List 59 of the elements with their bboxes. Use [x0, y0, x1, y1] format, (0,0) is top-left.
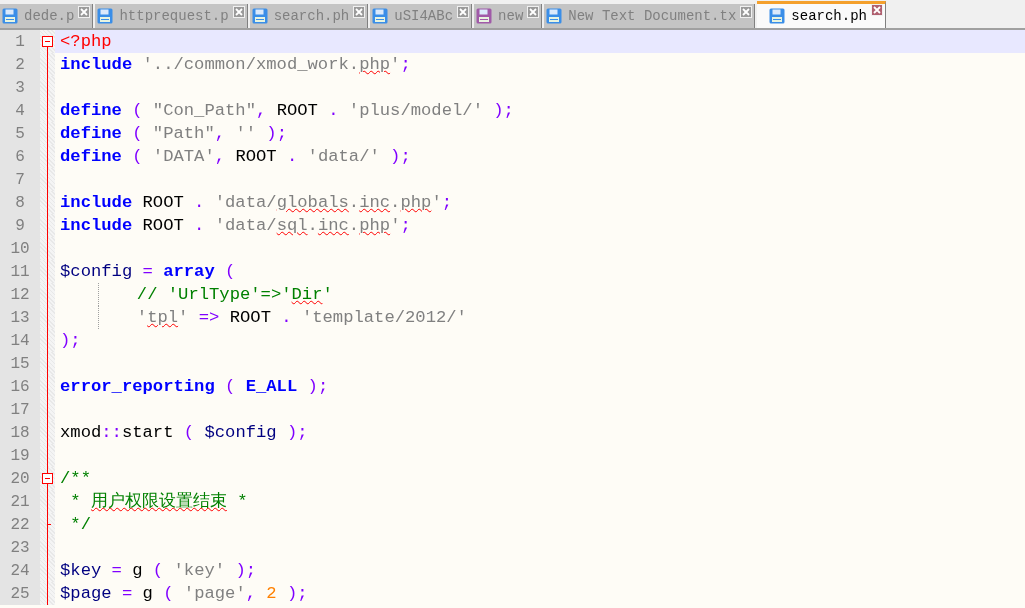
line-number: 16	[0, 375, 40, 398]
fold-collapse-icon[interactable]	[42, 473, 53, 484]
line-number: 6	[0, 145, 40, 168]
line-number: 4	[0, 99, 40, 122]
code-line: );	[60, 330, 81, 352]
line-number: 5	[0, 122, 40, 145]
code-line: <?php	[60, 31, 112, 53]
line-number: 14	[0, 329, 40, 352]
file-tab[interactable]: search.ph	[249, 4, 369, 28]
code-line: 'tpl' => ROOT . 'template/2012/'	[136, 307, 467, 329]
code-line: $page = g ( 'page', 2 );	[60, 583, 308, 605]
close-icon[interactable]	[870, 4, 883, 16]
code-line: define ( "Path", '' );	[60, 123, 287, 145]
line-number: 23	[0, 536, 40, 559]
line-number: 2	[0, 53, 40, 76]
code-line: include '../common/xmod_work.php';	[60, 54, 411, 76]
line-number: 9	[0, 214, 40, 237]
line-number: 20	[0, 467, 40, 490]
close-icon[interactable]	[457, 6, 470, 18]
line-number: 15	[0, 352, 40, 375]
code-line: $key = g ( 'key' );	[60, 560, 257, 582]
code-line: // 'UrlType'=>'Dir'	[136, 284, 333, 306]
line-number: 3	[0, 76, 40, 99]
close-icon[interactable]	[353, 6, 366, 18]
close-icon[interactable]	[527, 6, 540, 18]
code-line: $config = array (	[60, 261, 236, 283]
fold-collapse-icon[interactable]	[42, 36, 53, 47]
code-line: */	[69, 514, 91, 536]
line-number: 13	[0, 306, 40, 329]
line-number: 24	[0, 559, 40, 582]
close-icon[interactable]	[232, 6, 245, 18]
file-tab[interactable]: new	[474, 4, 543, 28]
line-number: 11	[0, 260, 40, 283]
line-number: 10	[0, 237, 40, 260]
file-tab[interactable]: httprequest.p	[95, 4, 248, 28]
line-number: 12	[0, 283, 40, 306]
code-line: include ROOT . 'data/sql.inc.php';	[60, 215, 411, 237]
line-number: 17	[0, 398, 40, 421]
line-number: 25	[0, 582, 40, 605]
file-tab[interactable]: New Text Document.tx	[544, 4, 756, 28]
line-number: 19	[0, 444, 40, 467]
code-line: error_reporting ( E_ALL );	[60, 376, 329, 398]
code-line: xmod::start ( $config );	[60, 422, 308, 444]
code-line: * 用户权限设置结束 *	[69, 491, 248, 513]
close-icon[interactable]	[78, 6, 91, 18]
code-line: /**	[60, 468, 91, 490]
file-tab[interactable]: uSI4ABc	[370, 4, 473, 28]
file-tab[interactable]: dede.p	[0, 4, 94, 28]
close-icon[interactable]	[740, 6, 753, 18]
code-line: include ROOT . 'data/globals.inc.php';	[60, 192, 453, 214]
line-number: 21	[0, 490, 40, 513]
line-number: 8	[0, 191, 40, 214]
code-line: define ( "Con_Path", ROOT . 'plus/model/' );	[60, 100, 514, 122]
line-number: 1	[0, 30, 40, 53]
code-line: define ( 'DATA', ROOT . 'data/' );	[60, 146, 411, 168]
line-number: 7	[0, 168, 40, 191]
line-number: 18	[0, 421, 40, 444]
file-tab[interactable]: search.ph	[757, 1, 886, 28]
line-number: 22	[0, 513, 40, 536]
